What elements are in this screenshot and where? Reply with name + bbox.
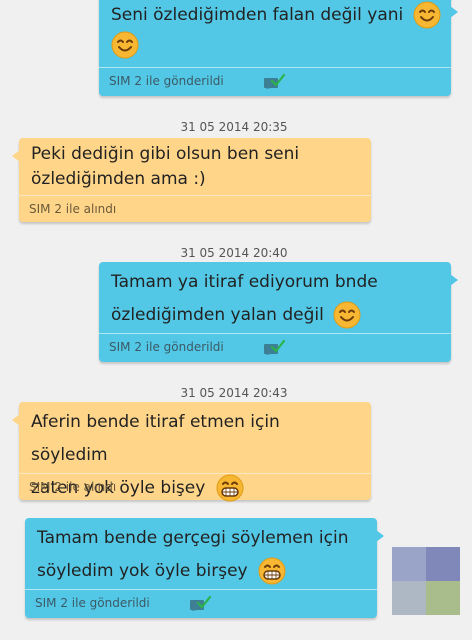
sent-message-bubble[interactable]: Tamam bende gerçegi söylemen için söyled…: [25, 518, 384, 618]
receive-status-label: SIM 2 ile alındı: [29, 202, 117, 216]
send-status-label: SIM 2 ile gönderildi: [109, 340, 224, 354]
contact-avatar[interactable]: [392, 547, 460, 615]
message-text: Peki dediğin gibi olsun ben seni özlediğ…: [31, 144, 300, 189]
delivered-check-icon: [264, 339, 285, 355]
message-text: Tamam bende gerçegi söylemen için söyled…: [37, 522, 367, 588]
send-status-label: SIM 2 ile gönderildi: [35, 596, 150, 610]
message-meta: SIM 2 ile alındı: [19, 473, 371, 500]
smiling-face-icon: [111, 31, 139, 59]
smiling-face-icon: [413, 1, 441, 29]
received-message-bubble[interactable]: Aferin bende itiraf etmen için söyledim …: [12, 402, 371, 502]
sent-message-bubble[interactable]: Seni özlediğimden falan değil yani SIM 2…: [99, 0, 458, 96]
delivered-check-icon: [264, 73, 285, 89]
receive-status-label: SIM 2 ile alındı: [29, 480, 117, 494]
sent-message-bubble[interactable]: Tamam ya itiraf ediyorum bnde özlediğimd…: [99, 262, 458, 362]
message-meta: SIM 2 ile gönderildi: [99, 333, 451, 362]
message-text: Tamam ya itiraf ediyorum bnde özlediğimd…: [111, 266, 441, 332]
message-timestamp: 31 05 2014 20:35: [180, 120, 288, 134]
message-timestamp: 31 05 2014 20:43: [180, 386, 288, 400]
received-message-bubble[interactable]: Peki dediğin gibi olsun ben seni özlediğ…: [12, 138, 371, 222]
smiling-face-icon: [333, 301, 361, 329]
message-text: Seni özlediğimden falan değil yani: [111, 0, 441, 60]
message-meta: SIM 2 ile alındı: [19, 195, 371, 222]
send-status-label: SIM 2 ile gönderildi: [109, 74, 224, 88]
delivered-check-icon: [190, 595, 211, 611]
grinning-face-icon: [258, 557, 286, 585]
message-meta: SIM 2 ile gönderildi: [99, 67, 451, 96]
message-timestamp: 31 05 2014 20:40: [180, 246, 288, 260]
message-meta: SIM 2 ile gönderildi: [25, 589, 377, 618]
